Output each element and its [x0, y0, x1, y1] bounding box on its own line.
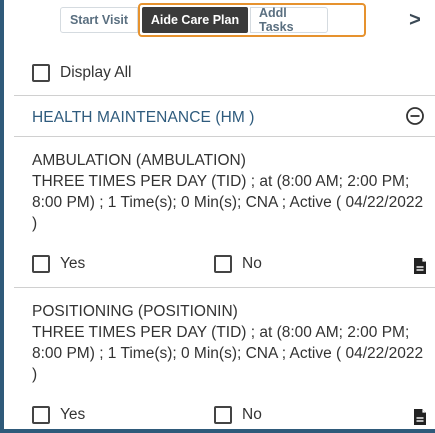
no-checkbox[interactable] [214, 255, 232, 273]
task-detail: THREE TIMES PER DAY (TID) ; at (8:00 AM;… [32, 324, 424, 383]
tab-aide-care-plan[interactable]: Aide Care Plan [142, 7, 248, 33]
no-label: No [242, 255, 262, 272]
task-yes-option[interactable]: Yes [32, 255, 85, 273]
chevron-right-icon: > [409, 8, 421, 31]
document-icon[interactable] [413, 257, 427, 275]
minus-circle-icon[interactable] [405, 106, 425, 126]
divider [14, 287, 435, 288]
task-item: POSITIONING (POSITIONIN) THREE TIMES PER… [32, 301, 427, 385]
section-title: HEALTH MAINTENANCE (HM ) [32, 109, 255, 126]
display-all-toggle[interactable]: Display All [32, 64, 132, 82]
task-item: AMBULATION (AMBULATION) THREE TIMES PER … [32, 150, 427, 234]
tab-group: Start Visit Aide Care Plan Addl Tasks [60, 3, 366, 37]
task-title: AMBULATION (AMBULATION) [32, 152, 246, 169]
task-no-option[interactable]: No [214, 255, 262, 273]
divider [14, 95, 435, 96]
task-answer-row: Yes No [32, 255, 427, 279]
yes-label: Yes [60, 406, 86, 423]
tab-overflow-space [332, 7, 362, 33]
tab-highlight-frame: Aide Care Plan Addl Tasks [138, 3, 366, 37]
yes-label: Yes [60, 255, 86, 272]
display-all-checkbox[interactable] [32, 64, 50, 82]
tab-start-visit[interactable]: Start Visit [60, 7, 138, 33]
tab-addl-tasks[interactable]: Addl Tasks [250, 6, 328, 34]
yes-checkbox[interactable] [32, 255, 50, 273]
yes-checkbox[interactable] [32, 406, 50, 424]
document-icon[interactable] [413, 408, 427, 426]
display-all-label: Display All [60, 64, 132, 81]
next-tabs-button[interactable]: > [403, 8, 427, 32]
divider [14, 136, 435, 137]
task-no-option[interactable]: No [214, 406, 262, 424]
task-title: POSITIONING (POSITIONIN) [32, 303, 238, 320]
app-frame: Start Visit Aide Care Plan Addl Tasks > … [0, 0, 435, 433]
task-detail: THREE TIMES PER DAY (TID) ; at (8:00 AM;… [32, 173, 424, 232]
no-label: No [242, 406, 262, 423]
task-yes-option[interactable]: Yes [32, 406, 85, 424]
task-answer-row: Yes No [32, 406, 427, 429]
tab-bar: Start Visit Aide Care Plan Addl Tasks > [4, 0, 435, 40]
no-checkbox[interactable] [214, 406, 232, 424]
